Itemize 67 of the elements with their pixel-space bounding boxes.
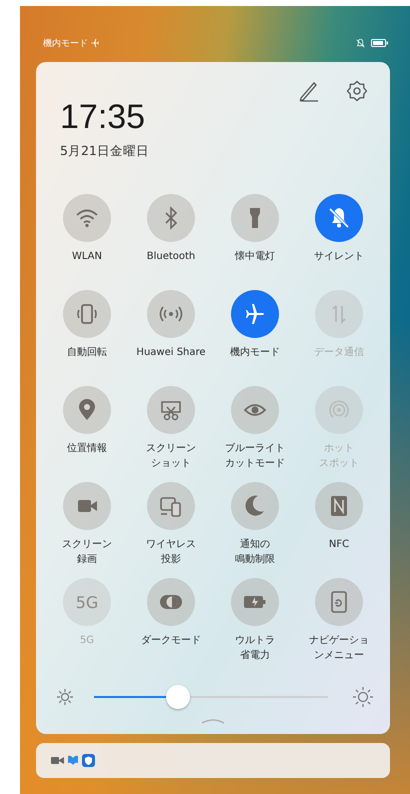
bell-off-icon [356, 38, 365, 48]
settings-icon [346, 80, 368, 102]
toggle-label: データ通信 [314, 346, 364, 360]
collapse-handle-icon[interactable] [201, 718, 225, 724]
toggle-button[interactable] [63, 194, 111, 242]
toggle-button[interactable] [147, 290, 195, 338]
toggle-button[interactable] [147, 578, 195, 626]
date-text: 5月21日金曜日 [60, 143, 149, 160]
airplane-mode-status: 機内モード [43, 38, 88, 50]
toggle-label: スクリーン [146, 442, 196, 456]
toggle-button[interactable] [147, 386, 195, 434]
brightness-high-icon [352, 686, 374, 708]
toggle-button[interactable] [147, 194, 195, 242]
toggle-label: 省電力 [240, 648, 270, 663]
toggle-label: スクリーン [62, 538, 112, 552]
toggle-button[interactable] [63, 290, 111, 338]
toggle-button[interactable] [231, 578, 279, 626]
toggle-label: 位置情報 [67, 442, 107, 456]
toggle-label: ワイヤレス [146, 538, 196, 552]
toggle-label: 録画 [77, 553, 97, 567]
toggle-label: 鳴動制限 [235, 552, 275, 567]
network-toggle-text: 5G [76, 592, 98, 612]
toggle-button[interactable] [315, 482, 363, 530]
toggle-label: 機内モード [230, 346, 280, 360]
video-camera-icon [51, 756, 64, 765]
toggle-label: 自動回転 [67, 346, 107, 360]
toggle-label: サイレント [314, 250, 364, 264]
toggle-label: ダークモード [141, 634, 201, 648]
toggle-label: ブルーライト [225, 442, 285, 456]
toggle-label: カットモード [225, 457, 285, 471]
toggle-label: ウルトラ [235, 634, 275, 648]
toggle-label: Bluetooth [146, 250, 196, 264]
battery-icon [371, 39, 388, 47]
toggle-label: ショット [151, 457, 191, 471]
toggle-label: NFC [328, 538, 350, 552]
toggle-label: 5G [80, 634, 94, 648]
toggle-button[interactable] [63, 482, 111, 530]
shield-icon [82, 754, 95, 767]
bell-off-icon [327, 206, 351, 230]
cast-icon [159, 494, 183, 518]
airplane-icon [90, 38, 100, 48]
toggle-label: ンメニュー [314, 649, 364, 663]
toggle-button[interactable] [231, 194, 279, 242]
scissors-icon [159, 398, 183, 422]
toggle-label: ナビゲーショ [309, 634, 369, 648]
toggle-label: Huawei Share [136, 346, 206, 360]
toggle-button[interactable] [315, 194, 363, 242]
toggle-button[interactable] [63, 386, 111, 434]
toggle-label: ホット [324, 442, 354, 456]
toggle-label: 投影 [161, 552, 181, 567]
app-icon [67, 754, 79, 766]
toggle-button[interactable] [147, 482, 195, 530]
toggle-label: 通知の [240, 538, 270, 552]
toggle-label: スポット [319, 457, 359, 471]
clock-time: 17:35 [60, 98, 146, 137]
toggle-button[interactable] [315, 578, 363, 626]
slider-thumb[interactable] [166, 685, 190, 709]
airplane-icon [243, 302, 267, 326]
toggle-button[interactable] [231, 290, 279, 338]
toggle-label: 懐中電灯 [235, 250, 275, 264]
moon-icon [243, 494, 267, 518]
toggle-button[interactable] [231, 482, 279, 530]
toggle-label: WLAN [72, 250, 102, 264]
brightness-low-icon [56, 688, 74, 706]
phone-rotate-icon [75, 302, 99, 326]
toggle-button[interactable] [231, 386, 279, 434]
pencil-icon [298, 80, 320, 102]
